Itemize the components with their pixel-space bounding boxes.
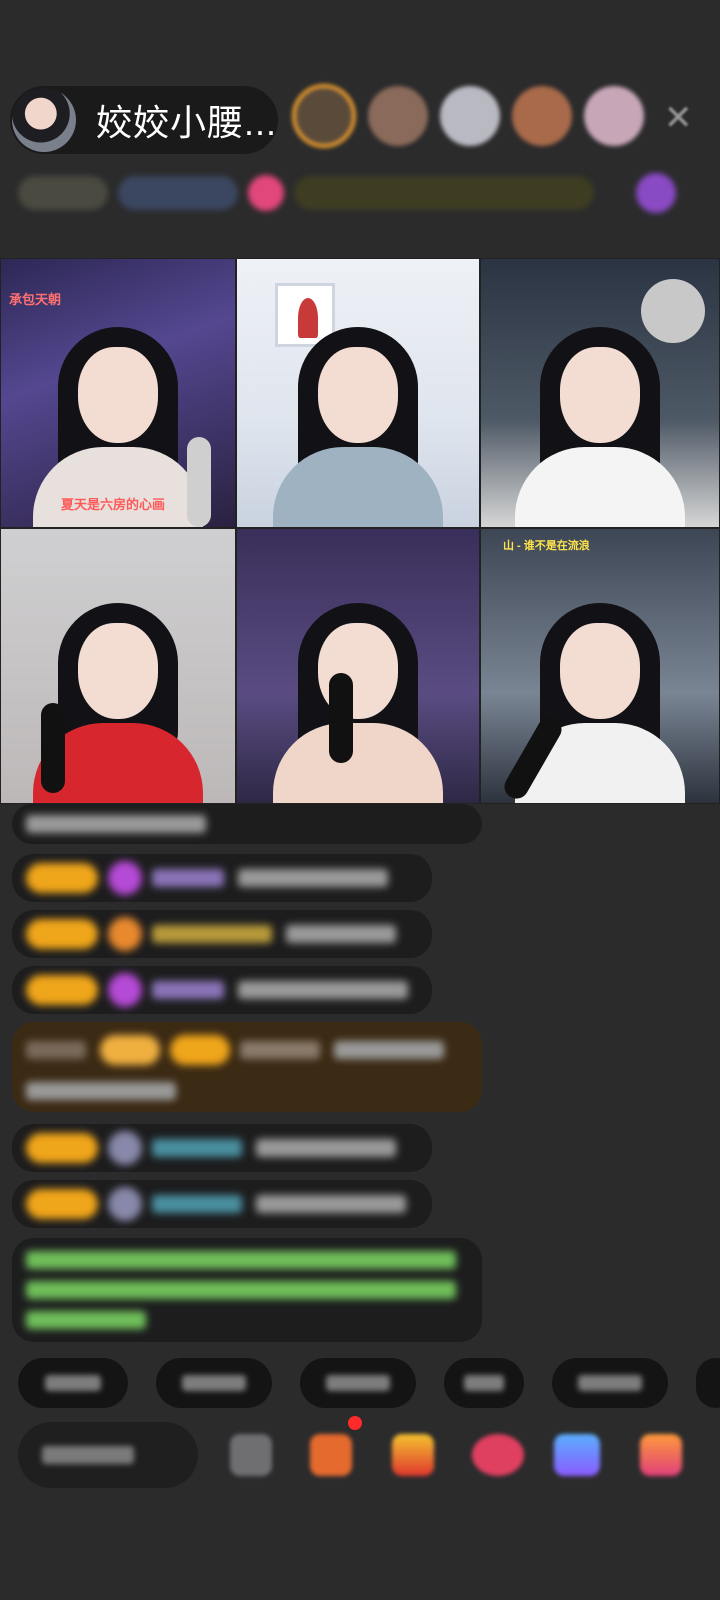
user-name[interactable] [152,869,224,887]
user-avatar-icon [108,1131,142,1165]
user-name[interactable] [240,1040,320,1059]
host-avatar[interactable] [12,88,76,152]
microphone-icon [41,703,65,793]
diamond-icon [108,861,142,895]
rank-chip[interactable] [18,176,108,210]
message-text [238,869,388,887]
notice-text [26,1311,146,1329]
tile-caption: 山 - 谁不是在流浪 [503,540,590,552]
system-notice [12,1238,482,1342]
quick-action-pill[interactable] [156,1358,272,1408]
guest-figure [515,307,685,527]
level-badge [26,975,98,1005]
viewer-avatar[interactable] [368,86,428,146]
message-text [26,1081,176,1100]
emoji-icon[interactable] [230,1434,272,1476]
quick-action-pill[interactable] [552,1358,668,1408]
chat-message[interactable] [12,966,432,1014]
user-name[interactable] [152,981,224,999]
guest-video-tile[interactable]: 承包天朝 夏天是六房的心画 [0,258,236,528]
host-info-pill[interactable]: 姣姣小腰... [10,86,278,154]
guest-figure [273,307,443,527]
activity-banner[interactable] [294,176,594,210]
chat-message[interactable] [12,854,432,902]
guest-video-tile[interactable] [236,258,480,528]
guest-video-tile[interactable] [480,258,720,528]
user-name[interactable] [26,1040,86,1059]
bottom-toolbar [18,1416,718,1488]
microphone-icon [187,437,211,527]
guest-figure [273,583,443,803]
level-badge [26,1189,98,1219]
user-name[interactable] [152,1139,242,1157]
quick-action-pill[interactable] [444,1358,524,1408]
message-text [238,981,408,999]
quick-action-pill[interactable] [300,1358,416,1408]
level-badge [26,863,98,893]
viewer-avatar[interactable] [512,86,572,146]
level-badge [26,1133,98,1163]
viewer-avatar[interactable] [584,86,644,146]
multi-guest-video-grid: 承包天朝 夏天是六房的心画 山 - 谁不是在流浪 [0,258,720,804]
status-chips-row [18,170,686,216]
message-text [334,1040,444,1059]
share-icon[interactable] [554,1434,600,1476]
notice-text [26,1251,456,1269]
chat-message[interactable] [12,910,432,958]
level-badge [170,1034,230,1065]
message-text [256,1195,406,1213]
tile-caption: 夏天是六房的心画 [61,497,166,512]
viewer-avatars [292,84,656,148]
gift-icon[interactable] [392,1434,434,1476]
notice-text [26,1281,456,1299]
notification-dot [348,1416,362,1430]
chat-message[interactable] [12,1180,432,1228]
message-text [256,1139,396,1157]
quick-action-pill[interactable] [18,1358,128,1408]
viewer-avatar[interactable] [440,86,500,146]
host-name[interactable]: 姣姣小腰... [96,94,277,146]
highlighted-chat-message[interactable] [12,1022,482,1112]
viewer-avatar[interactable] [292,84,356,148]
guest-figure [515,583,685,803]
heart-icon[interactable] [248,175,284,211]
user-name[interactable] [152,1195,242,1213]
more-icon[interactable] [640,1434,682,1476]
chat-message[interactable] [12,804,482,844]
chat-input[interactable] [18,1422,198,1488]
guest-video-tile[interactable]: 山 - 谁不是在流浪 [480,528,720,804]
level-badge [26,919,98,949]
level-badge [100,1034,160,1065]
tile-caption: 承包天朝 [9,292,62,307]
shop-icon[interactable] [310,1434,352,1476]
message-text [26,815,206,833]
quick-action-pill[interactable] [696,1358,720,1408]
microphone-icon [329,673,353,763]
user-avatar-icon [108,1187,142,1221]
quick-action-pills [18,1358,720,1408]
guest-video-tile[interactable] [236,528,480,804]
chat-message[interactable] [12,1124,432,1172]
close-icon[interactable]: ✕ [664,98,693,138]
diamond-icon [108,973,142,1007]
popularity-chip[interactable] [118,176,238,210]
message-text [286,925,396,943]
fan-badge-icon [108,917,142,951]
gift-icon[interactable] [636,173,676,213]
guest-video-tile[interactable] [0,528,236,804]
user-name[interactable] [152,925,272,943]
like-icon[interactable] [472,1434,524,1476]
